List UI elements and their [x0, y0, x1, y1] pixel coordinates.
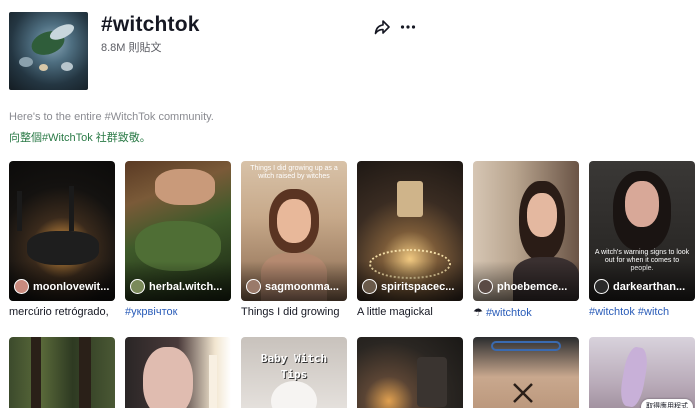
video-thumbnail[interactable] [473, 337, 579, 408]
video-thumbnail[interactable]: spiritspacec... [357, 161, 463, 301]
video-overlay-text: Things I did growing up as a witch raise… [250, 165, 338, 180]
video-thumbnail[interactable] [9, 337, 115, 408]
post-count: 8.8M 則貼文 [101, 42, 162, 54]
video-card[interactable]: spiritspacec... A little magickal [357, 161, 463, 318]
get-app-button[interactable]: 取得應用程式 [641, 399, 693, 408]
video-card[interactable] [125, 337, 231, 408]
video-caption-hashtag[interactable]: #witchtok [486, 307, 532, 319]
umbrella-icon: ☂ [473, 307, 483, 319]
video-username: spiritspacec... [381, 281, 455, 293]
video-thumbnail[interactable]: moonlovewit... [9, 161, 115, 301]
video-card[interactable]: A witch's warning signs to look out for … [589, 161, 695, 318]
video-card[interactable] [9, 337, 115, 408]
video-caption[interactable]: A little magickal [357, 306, 463, 318]
video-card[interactable]: herbal.witch... #укрвічток [125, 161, 231, 318]
video-username: darkearthan... [613, 281, 686, 293]
video-card[interactable]: moonlovewit... mercúrio retrógrado, [9, 161, 115, 318]
avatar [362, 279, 377, 294]
hashtag-description-translation: 向整個#WitchTok 社群致敬。 [9, 132, 151, 144]
avatar [594, 279, 609, 294]
video-caption[interactable]: Things I did growing [241, 306, 347, 318]
video-caption[interactable]: mercúrio retrógrado, [9, 306, 115, 318]
avatar [478, 279, 493, 294]
video-caption[interactable]: #укрвічток [125, 306, 231, 318]
video-card[interactable]: Things I did growing up as a witch raise… [241, 161, 347, 318]
video-card[interactable]: phoebemce... ☂ #witchtok [473, 161, 579, 319]
video-card[interactable] [473, 337, 579, 408]
video-overlay-title: Baby Witch Tips [260, 352, 328, 381]
x-mark-icon [513, 383, 533, 403]
video-thumbnail[interactable] [357, 337, 463, 408]
video-username: sagmoonma... [265, 281, 339, 293]
video-caption[interactable]: #witchtok #witch [589, 306, 695, 318]
video-thumbnail[interactable]: A witch's warning signs to look out for … [589, 161, 695, 301]
share-icon[interactable] [373, 18, 391, 36]
video-thumbnail[interactable]: 取得應用程式 [589, 337, 695, 408]
video-thumbnail[interactable]: Baby Witch Tips [241, 337, 347, 408]
avatar [130, 279, 145, 294]
video-caption[interactable]: ☂ #witchtok [473, 306, 579, 319]
hashtag-description: Here's to the entire #WitchTok community… [9, 111, 214, 123]
video-card[interactable] [357, 337, 463, 408]
video-thumbnail[interactable]: Things I did growing up as a witch raise… [241, 161, 347, 301]
video-thumbnail[interactable]: herbal.witch... [125, 161, 231, 301]
video-thumbnail[interactable]: phoebemce... [473, 161, 579, 301]
video-username: moonlovewit... [33, 281, 110, 293]
avatar [246, 279, 261, 294]
video-card[interactable]: Baby Witch Tips [241, 337, 347, 408]
video-thumbnail[interactable] [125, 337, 231, 408]
hashtag-header: #witchtok 8.8M 則貼文 [9, 12, 429, 90]
more-options-icon[interactable] [399, 18, 417, 36]
video-card[interactable]: 取得應用程式 [589, 337, 695, 408]
hashtag-title: #witchtok [101, 13, 200, 36]
hashtag-cover-image [9, 12, 88, 90]
video-username: herbal.witch... [149, 281, 223, 293]
video-username: phoebemce... [497, 281, 568, 293]
avatar [14, 279, 29, 294]
